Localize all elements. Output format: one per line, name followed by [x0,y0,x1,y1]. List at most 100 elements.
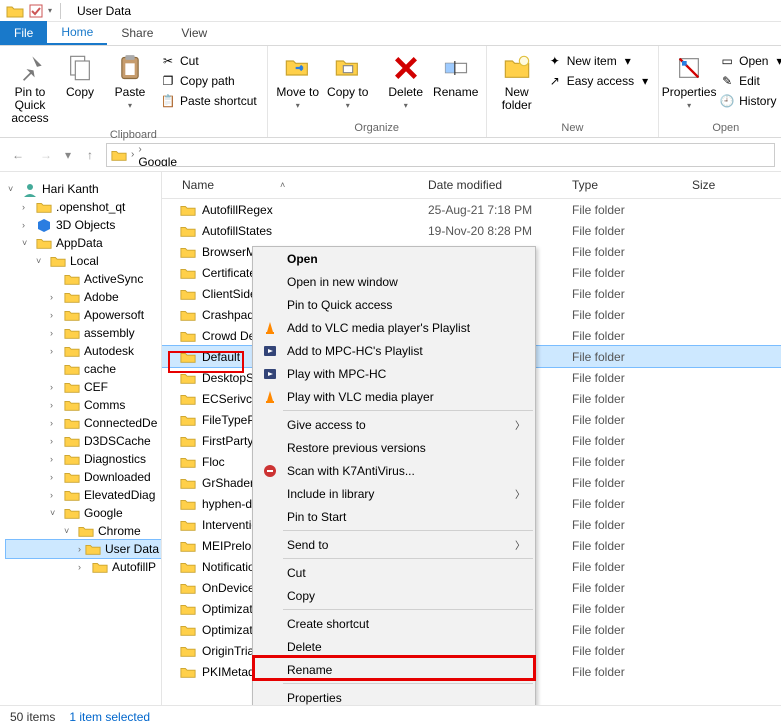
up-button[interactable]: ↑ [78,143,102,167]
file-type: File folder [564,518,684,532]
context-menu-item[interactable]: Delete [253,635,535,658]
tree-item[interactable]: ˅AppData [6,234,161,252]
context-menu-item[interactable]: Properties [253,686,535,705]
recent-dropdown[interactable]: ▾ [62,143,74,167]
tab-share[interactable]: Share [107,21,167,45]
context-menu-item[interactable]: Cut [253,561,535,584]
tree-item[interactable]: ›CEF [6,378,161,396]
menu-item-icon [259,390,281,404]
tree-item[interactable]: ›Diagnostics [6,450,161,468]
tree-item[interactable]: ActiveSync [6,270,161,288]
paste-shortcut-button[interactable]: 📋Paste shortcut [156,92,261,110]
paste-button[interactable]: Paste ▾ [106,50,154,114]
tree-item[interactable]: ›D3DSCache [6,432,161,450]
context-menu-item[interactable]: Add to MPC-HC's Playlist [253,339,535,362]
tree-item[interactable]: ›Comms [6,396,161,414]
context-menu-item[interactable]: Restore previous versions [253,436,535,459]
context-menu-item[interactable]: Include in library〉 [253,482,535,505]
forward-button[interactable]: → [34,143,58,167]
file-type: File folder [564,602,684,616]
open-button[interactable]: ▭Open ▾ [715,52,781,70]
copy-button[interactable]: Copy [56,50,104,101]
paste-icon [114,52,146,84]
context-menu-item[interactable]: Give access to〉 [253,413,535,436]
folder-icon [6,4,24,18]
delete-button[interactable]: Delete▾ [382,50,430,114]
pin-to-quick-access-button[interactable]: Pin to Quick access [6,50,54,127]
file-type: File folder [564,203,684,217]
tree-item[interactable]: ˅Google [6,504,161,522]
file-date: 25-Aug-21 7:18 PM [420,203,564,217]
menu-item-label: Play with MPC-HC [281,367,525,381]
file-name: Floc [202,455,225,469]
folder-icon [180,602,196,616]
context-menu-item[interactable]: Scan with K7AntiVirus... [253,459,535,482]
column-type[interactable]: Type [564,172,684,198]
tree-item[interactable]: ›ElevatedDiag [6,486,161,504]
file-type: File folder [564,287,684,301]
folder-icon [180,497,196,511]
tree-item[interactable]: ›AutofillP [6,558,161,576]
navigation-tree[interactable]: ˅Hari Kanth›.openshot_qt›3D Objects˅AppD… [0,172,162,705]
nav-bar: ← → ▾ ↑ › Hari Kanth›AppData›Local›Googl… [0,138,781,172]
breadcrumb-segment[interactable]: Google [138,155,195,167]
file-name: AutofillRegex [202,203,273,217]
tree-item[interactable]: ˅Chrome [6,522,161,540]
menu-item-icon [259,464,281,478]
folder-icon [180,350,196,364]
tab-home[interactable]: Home [47,21,107,45]
new-item-button[interactable]: ✦New item ▾ [543,52,652,70]
tree-item[interactable]: ›.openshot_qt [6,198,161,216]
tab-file[interactable]: File [0,21,47,45]
column-name[interactable]: Name˄ [162,172,420,198]
folder-icon [180,560,196,574]
column-date[interactable]: Date modified [420,172,564,198]
context-menu-item[interactable]: Send to〉 [253,533,535,556]
tab-view[interactable]: View [167,21,221,45]
qat-checkbox-icon[interactable] [28,3,44,19]
list-row[interactable]: AutofillStates19-Nov-20 8:28 PMFile fold… [162,220,781,241]
qat-dropdown-icon[interactable]: ▾ [48,6,52,15]
tree-item[interactable]: ›Apowersoft [6,306,161,324]
breadcrumb[interactable]: › Hari Kanth›AppData›Local›Google›Chrome… [106,143,775,167]
tree-item[interactable]: ˅Hari Kanth [6,180,161,198]
back-button[interactable]: ← [6,143,30,167]
copy-to-button[interactable]: Copy to▾ [324,50,372,114]
history-button[interactable]: 🕘History [715,92,781,110]
column-size[interactable]: Size [684,172,764,198]
window-title: User Data [71,4,131,18]
edit-button[interactable]: ✎Edit [715,72,781,90]
tree-item[interactable]: cache [6,360,161,378]
file-type: File folder [564,329,684,343]
menu-item-label: Pin to Start [281,510,525,524]
tree-item[interactable]: ›ConnectedDe [6,414,161,432]
rename-button[interactable]: Rename [432,50,480,101]
tree-item[interactable]: ›assembly [6,324,161,342]
tree-item[interactable]: ›User Data [6,540,161,558]
ribbon-group-new: New folder ✦New item ▾ ↗Easy access ▾ Ne… [487,46,659,137]
context-menu-item[interactable]: Rename [253,658,535,681]
context-menu-item[interactable]: Play with VLC media player [253,385,535,408]
context-menu-item[interactable]: Play with MPC-HC [253,362,535,385]
cut-button[interactable]: ✂Cut [156,52,261,70]
tree-item[interactable]: ›3D Objects [6,216,161,234]
context-menu-item[interactable]: Create shortcut [253,612,535,635]
list-row[interactable]: AutofillRegex 25-Aug-21 7:18 PMFile folde… [162,199,781,220]
file-name: Default [202,350,240,364]
tree-item[interactable]: ›Adobe [6,288,161,306]
context-menu-item[interactable]: Open in new window [253,270,535,293]
context-menu-item[interactable]: Pin to Start [253,505,535,528]
properties-button[interactable]: Properties▾ [665,50,713,114]
tree-item[interactable]: ›Autodesk [6,342,161,360]
context-menu-item[interactable]: Open [253,247,535,270]
context-menu-item[interactable]: Copy [253,584,535,607]
copy-path-button[interactable]: ❐Copy path [156,72,261,90]
move-to-button[interactable]: Move to▾ [274,50,322,114]
new-folder-button[interactable]: New folder [493,50,541,114]
tree-item[interactable]: ˅Local [6,252,161,270]
tree-item[interactable]: ›Downloaded [6,468,161,486]
ribbon-group-open: Properties▾ ▭Open ▾ ✎Edit 🕘History Open [659,46,781,137]
context-menu-item[interactable]: Pin to Quick access [253,293,535,316]
easy-access-button[interactable]: ↗Easy access ▾ [543,72,652,90]
context-menu-item[interactable]: Add to VLC media player's Playlist [253,316,535,339]
